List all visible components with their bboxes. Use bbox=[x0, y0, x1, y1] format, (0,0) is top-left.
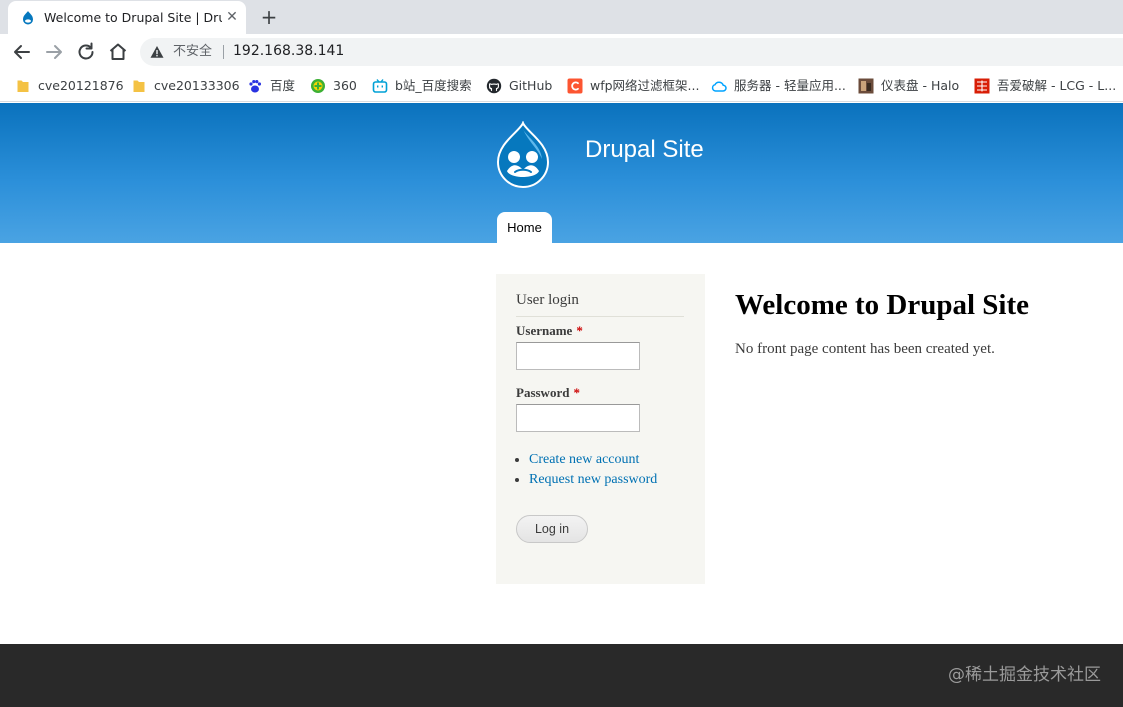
bookmark-cve20121876[interactable]: cve20121876 bbox=[15, 76, 124, 96]
bookmark-bilibili[interactable]: b站_百度搜索 bbox=[372, 76, 472, 96]
address-divider bbox=[223, 45, 224, 59]
bookmark-label: cve20121876 bbox=[38, 78, 124, 93]
watermark-text: @稀土掘金技术社区 bbox=[948, 665, 1101, 685]
required-mark: * bbox=[573, 385, 580, 400]
bookmark-label: 服务器 - 轻量应用... bbox=[734, 78, 846, 93]
username-label: Username * bbox=[516, 323, 583, 339]
bookmarks-bar: cve20121876 cve20133306 百度 360 b站_百度搜索 G… bbox=[0, 70, 1123, 102]
browser-window: Welcome to Drupal Site | Drupal Site ✕ +… bbox=[0, 0, 1123, 707]
login-block-title: User login bbox=[516, 290, 684, 317]
drupal-logo[interactable] bbox=[492, 121, 554, 189]
home-button[interactable] bbox=[106, 40, 130, 64]
tab-strip: Welcome to Drupal Site | Drupal Site ✕ + bbox=[0, 0, 1123, 34]
folder-icon bbox=[17, 80, 29, 92]
username-label-text: Username bbox=[516, 323, 573, 338]
bookmark-halo[interactable]: 仪表盘 - Halo bbox=[858, 76, 959, 96]
tab-title: Welcome to Drupal Site | Drupal Site bbox=[44, 10, 222, 25]
bookmark-label: cve20133306 bbox=[154, 78, 240, 93]
user-login-block: User login Username* Password* Create ne… bbox=[496, 274, 705, 584]
create-account-link[interactable]: Create new account bbox=[529, 452, 639, 467]
list-item: Request new password bbox=[529, 470, 657, 490]
bookmark-baidu[interactable]: 百度 bbox=[247, 76, 295, 96]
url-text[interactable]: 192.168.38.141 bbox=[233, 43, 344, 60]
required-mark: * bbox=[576, 323, 583, 338]
security-status[interactable]: 不安全 bbox=[173, 44, 212, 60]
csdn-c-icon bbox=[567, 78, 583, 94]
address-bar[interactable]: 不安全 192.168.38.141 bbox=[140, 38, 1123, 66]
bilibili-tv-icon bbox=[372, 79, 388, 93]
site-name[interactable]: Drupal Site bbox=[585, 135, 704, 165]
browser-tab[interactable]: Welcome to Drupal Site | Drupal Site ✕ bbox=[8, 1, 246, 34]
baidu-paw-icon bbox=[249, 80, 261, 93]
bookmark-wfp[interactable]: wfp网络过滤框架... bbox=[567, 76, 699, 96]
reload-button[interactable] bbox=[74, 40, 98, 64]
list-item: Create new account bbox=[529, 450, 657, 470]
new-tab-icon[interactable]: + bbox=[258, 6, 280, 28]
drupal-favicon-icon bbox=[23, 11, 33, 25]
warning-triangle-icon[interactable] bbox=[150, 45, 164, 59]
tab-close-icon[interactable]: ✕ bbox=[224, 9, 240, 25]
password-label: Password * bbox=[516, 385, 580, 401]
reload-icon bbox=[78, 42, 94, 60]
username-input[interactable] bbox=[516, 342, 640, 370]
52pojie-seal-icon bbox=[974, 78, 990, 94]
folder-icon bbox=[133, 80, 145, 92]
360-icon bbox=[311, 79, 325, 93]
front-page-message: No front page content has been created y… bbox=[735, 341, 995, 357]
bookmark-52pojie[interactable]: 吾爱破解 - LCG - L... bbox=[974, 76, 1116, 96]
github-icon bbox=[486, 78, 502, 94]
page-viewport: Drupal Site Home User login Username * Pa… bbox=[0, 103, 1123, 707]
halo-thumbnail-icon bbox=[858, 78, 874, 94]
bookmark-label: 仪表盘 - Halo bbox=[881, 78, 960, 93]
home-icon bbox=[109, 43, 127, 60]
browser-toolbar: 不安全 192.168.38.141 bbox=[0, 34, 1123, 70]
password-input[interactable] bbox=[516, 404, 640, 432]
bookmark-github[interactable]: GitHub bbox=[486, 76, 552, 96]
password-label-text: Password bbox=[516, 385, 570, 400]
back-arrow-icon bbox=[14, 45, 30, 59]
bookmark-label: wfp网络过滤框架... bbox=[590, 78, 700, 93]
site-header: Drupal Site Home bbox=[0, 103, 1123, 244]
bookmark-label: b站_百度搜索 bbox=[395, 78, 472, 93]
site-footer: @稀土掘金技术社区 bbox=[0, 644, 1123, 707]
login-button[interactable]: Log in bbox=[516, 515, 588, 543]
bookmark-server[interactable]: 服务器 - 轻量应用... bbox=[711, 76, 846, 96]
bookmark-label: 360 bbox=[333, 78, 357, 93]
forward-arrow-icon bbox=[46, 45, 62, 59]
bookmark-label: GitHub bbox=[509, 78, 553, 93]
forward-button[interactable] bbox=[42, 40, 66, 64]
bookmark-label: 百度 bbox=[270, 78, 296, 93]
cloud-icon bbox=[711, 81, 727, 92]
login-links-list: Create new account Request new password bbox=[529, 450, 657, 490]
page-title: Welcome to Drupal Site bbox=[735, 289, 1029, 321]
bookmark-label: 吾爱破解 - LCG - L... bbox=[997, 78, 1117, 93]
back-button[interactable] bbox=[10, 40, 34, 64]
bookmark-cve20133306[interactable]: cve20133306 bbox=[131, 76, 240, 96]
bookmark-360[interactable]: 360 bbox=[310, 76, 357, 96]
nav-home-tab[interactable]: Home bbox=[497, 212, 552, 244]
request-password-link[interactable]: Request new password bbox=[529, 472, 657, 487]
